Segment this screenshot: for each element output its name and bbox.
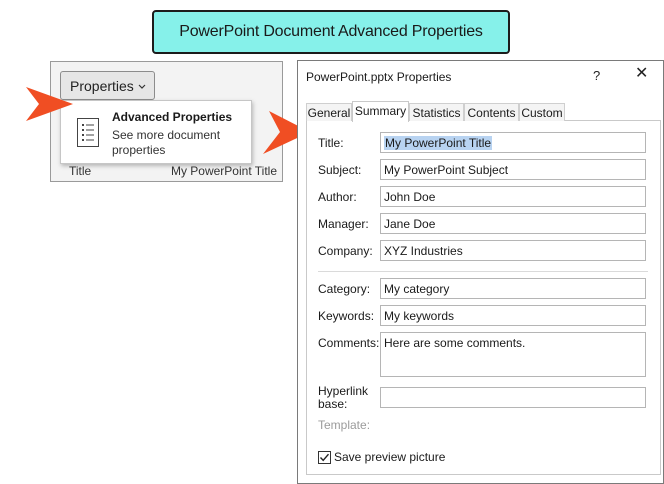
comments-field[interactable]: Here are some comments. [380,332,646,377]
document-list-icon [77,118,99,150]
hyperlink-base-label: Hyperlink base: [318,385,368,411]
subject-label: Subject: [318,163,362,177]
properties-menu: Advanced Properties See more document pr… [60,100,252,164]
hyperlink-base-label-line2: base: [318,397,348,411]
category-label: Category: [318,282,371,296]
tab-statistics[interactable]: Statistics [409,103,464,121]
help-icon[interactable]: ? [593,68,600,83]
author-field[interactable]: John Doe [380,186,646,207]
advanced-properties-title: Advanced Properties [112,110,233,124]
checkbox-box[interactable] [318,450,331,464]
company-label: Company: [318,244,373,258]
summary-tab-panel: Title: My PowerPoint Title Subject: My P… [306,120,661,475]
dialog-titlebar: PowerPoint.pptx Properties ? ✕ [298,61,663,93]
tab-general[interactable]: General [306,103,352,121]
manager-field[interactable]: Jane Doe [380,213,646,234]
title-field[interactable]: My PowerPoint Title [380,132,646,153]
section-divider [318,271,648,272]
properties-dialog: PowerPoint.pptx Properties ? ✕ Title: My… [297,60,664,484]
callout-arrow-left [26,87,73,121]
properties-dropdown-button[interactable]: Properties [60,71,155,100]
title-field-value: My PowerPoint Title [384,136,493,150]
keywords-label: Keywords: [318,309,375,323]
category-field[interactable]: My category [380,278,646,299]
tab-summary[interactable]: Summary [352,101,409,122]
author-label: Author: [318,190,357,204]
properties-button-label: Properties [70,77,134,94]
hyperlink-base-label-line1: Hyperlink [318,384,369,398]
tutorial-banner: PowerPoint Document Advanced Properties [152,10,510,54]
chevron-down-icon [138,82,146,92]
close-icon[interactable]: ✕ [635,66,648,82]
subject-field[interactable]: My PowerPoint Subject [380,159,646,180]
title-row-value: My PowerPoint Title [170,164,277,178]
save-preview-label: Save preview picture [334,450,446,464]
banner-title: PowerPoint Document Advanced Properties [179,23,483,40]
save-preview-checkbox[interactable]: Save preview picture [318,450,445,464]
manager-label: Manager: [318,217,369,231]
dialog-title: PowerPoint.pptx Properties [306,70,452,84]
title-row-label: Title [69,164,92,178]
tab-custom[interactable]: Custom [519,103,565,121]
company-field[interactable]: XYZ Industries [380,240,646,261]
backstage-properties-panel: Properties Title My PowerPoint Title Adv… [50,61,283,182]
comments-label: Comments: [318,336,380,350]
checkmark-icon [319,453,330,461]
title-label: Title: [318,136,344,150]
advanced-properties-description: See more document properties [112,128,221,157]
hyperlink-base-field[interactable] [380,387,646,408]
tab-contents[interactable]: Contents [464,103,519,121]
template-label: Template: [318,418,371,432]
keywords-field[interactable]: My keywords [380,305,646,326]
